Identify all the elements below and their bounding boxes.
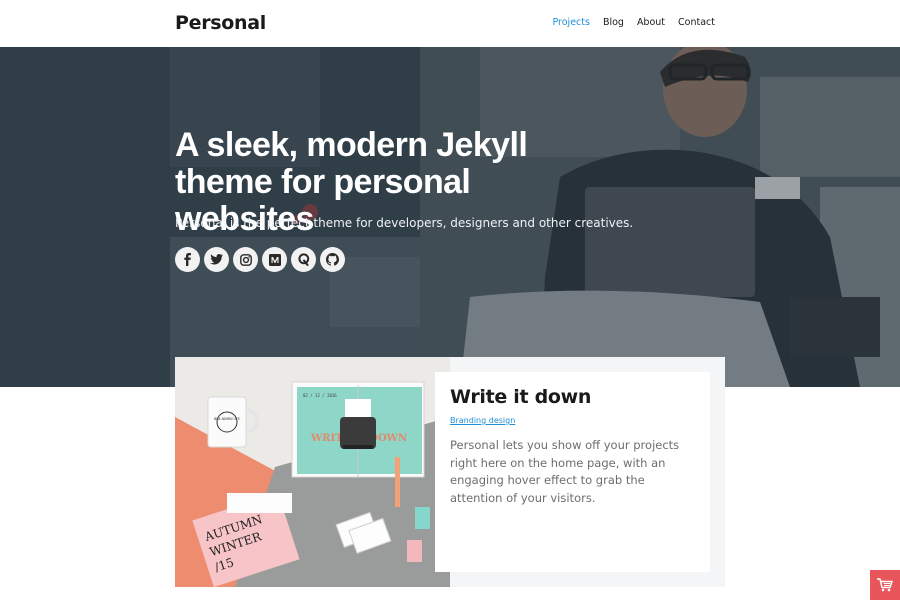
- shopping-cart-icon[interactable]: [870, 570, 900, 600]
- brand-logo[interactable]: Personal: [175, 12, 266, 34]
- project-description: Personal lets you show off your projects…: [450, 438, 680, 505]
- project-mockup-illustration: BRA NDMIN UTE 02 / 12 / 2016 WRITE IT DO…: [175, 357, 450, 587]
- hero-section: A sleek, modern Jekyll theme for persona…: [0, 47, 900, 387]
- github-icon[interactable]: [320, 247, 345, 272]
- site-header: Personal Projects Blog About Contact: [0, 0, 900, 47]
- project-category-link[interactable]: Branding design: [450, 416, 515, 425]
- twitter-icon[interactable]: [204, 247, 229, 272]
- nav-about[interactable]: About: [637, 17, 665, 28]
- quora-icon[interactable]: [291, 247, 316, 272]
- instagram-icon[interactable]: [233, 247, 258, 272]
- project-info-panel: Write it down Branding design Personal l…: [435, 372, 710, 572]
- nav-projects[interactable]: Projects: [552, 17, 589, 28]
- book-date: 02 / 12 / 2016: [303, 393, 337, 398]
- hero-subtitle: Personal is the perfect theme for develo…: [175, 216, 634, 230]
- social-links: [175, 247, 345, 272]
- mug-label: BRA NDMIN UTE: [214, 417, 240, 421]
- project-title[interactable]: Write it down: [450, 386, 695, 408]
- project-image[interactable]: BRA NDMIN UTE 02 / 12 / 2016 WRITE IT DO…: [175, 357, 450, 587]
- nav-blog[interactable]: Blog: [603, 17, 624, 28]
- main-nav: Projects Blog About Contact: [552, 17, 715, 28]
- facebook-icon[interactable]: [175, 247, 200, 272]
- medium-icon[interactable]: [262, 247, 287, 272]
- nav-contact[interactable]: Contact: [678, 17, 715, 28]
- project-card[interactable]: BRA NDMIN UTE 02 / 12 / 2016 WRITE IT DO…: [175, 357, 725, 587]
